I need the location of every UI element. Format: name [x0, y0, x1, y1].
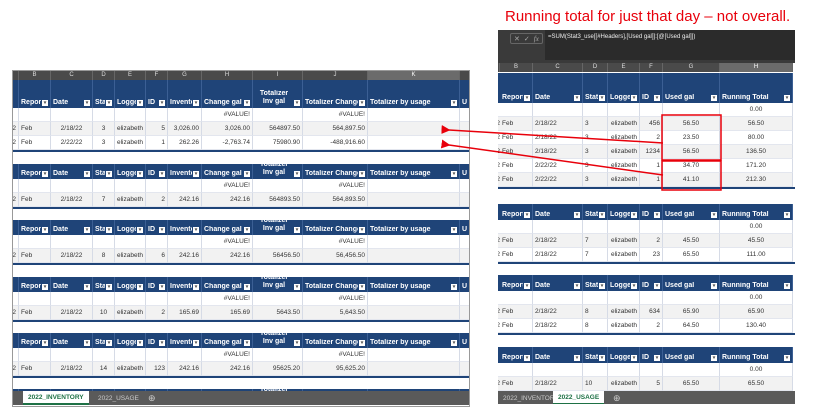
highlight-box-day2	[661, 160, 722, 191]
highlight-box-day1	[661, 114, 722, 161]
arrow-line-1	[441, 125, 664, 144]
arrow-line-2	[440, 139, 664, 176]
annotation-overlay	[440, 114, 722, 191]
